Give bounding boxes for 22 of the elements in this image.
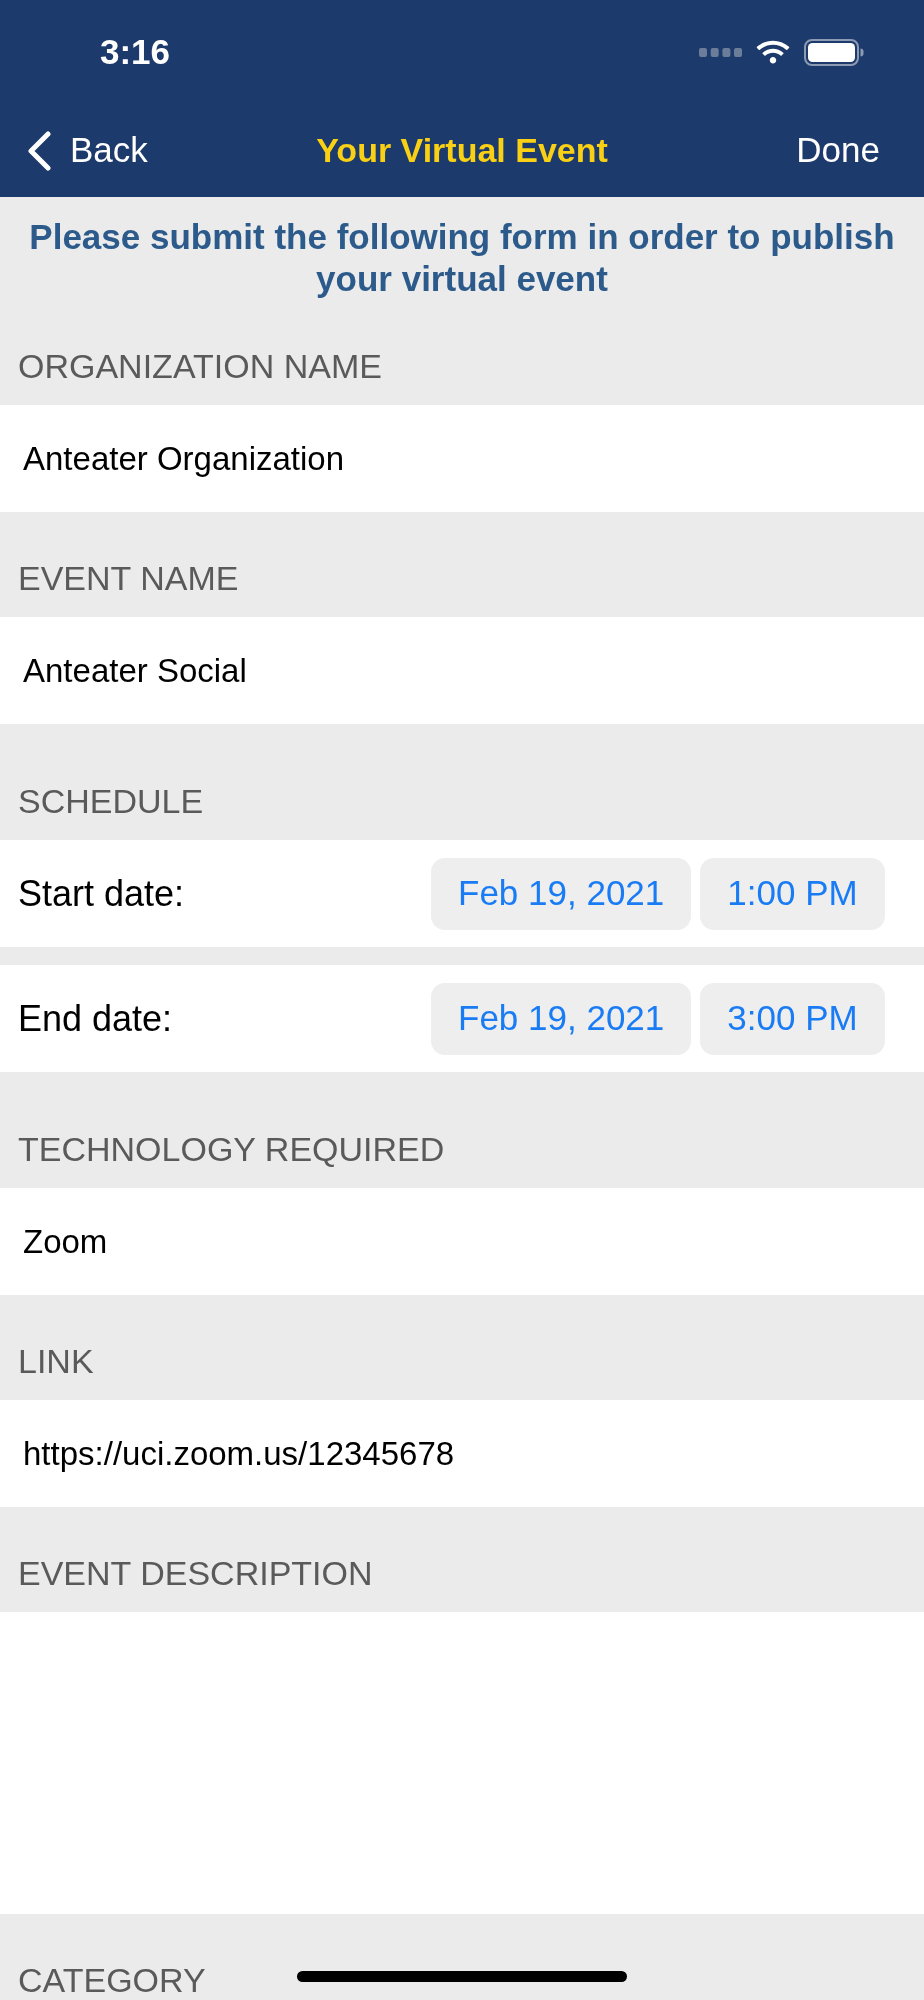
chevron-left-icon <box>26 130 52 171</box>
back-button[interactable]: Back <box>26 124 148 177</box>
done-button[interactable]: Done <box>796 124 880 177</box>
section-header: ORGANIZATION NAME <box>18 349 382 383</box>
screen-title: Your Virtual Event <box>316 130 608 171</box>
battery-icon <box>804 38 864 66</box>
row-label: Start date: <box>18 871 185 916</box>
section-header: SCHEDULE <box>18 784 204 818</box>
row-label: End date: <box>18 996 173 1041</box>
wifi-icon <box>755 39 791 65</box>
section-header: EVENT NAME <box>18 561 239 595</box>
text-field[interactable]: Anteater Social <box>0 617 924 724</box>
instruction-text: Please submit the following form in order to publish your virtual event <box>28 216 896 300</box>
text-field[interactable]: Zoom <box>0 1188 924 1295</box>
section-header: CATEGORY <box>18 1963 206 1997</box>
status-time: 3:16 <box>100 30 171 73</box>
section-header: TECHNOLOGY REQUIRED <box>18 1132 445 1166</box>
text-field[interactable]: Anteater Organization <box>0 405 924 512</box>
section-header: EVENT DESCRIPTION <box>18 1556 373 1590</box>
text-field[interactable]: https://uci.zoom.us/12345678 <box>0 1400 924 1507</box>
section-header: LINK <box>18 1344 94 1378</box>
signal-icon <box>699 47 742 57</box>
